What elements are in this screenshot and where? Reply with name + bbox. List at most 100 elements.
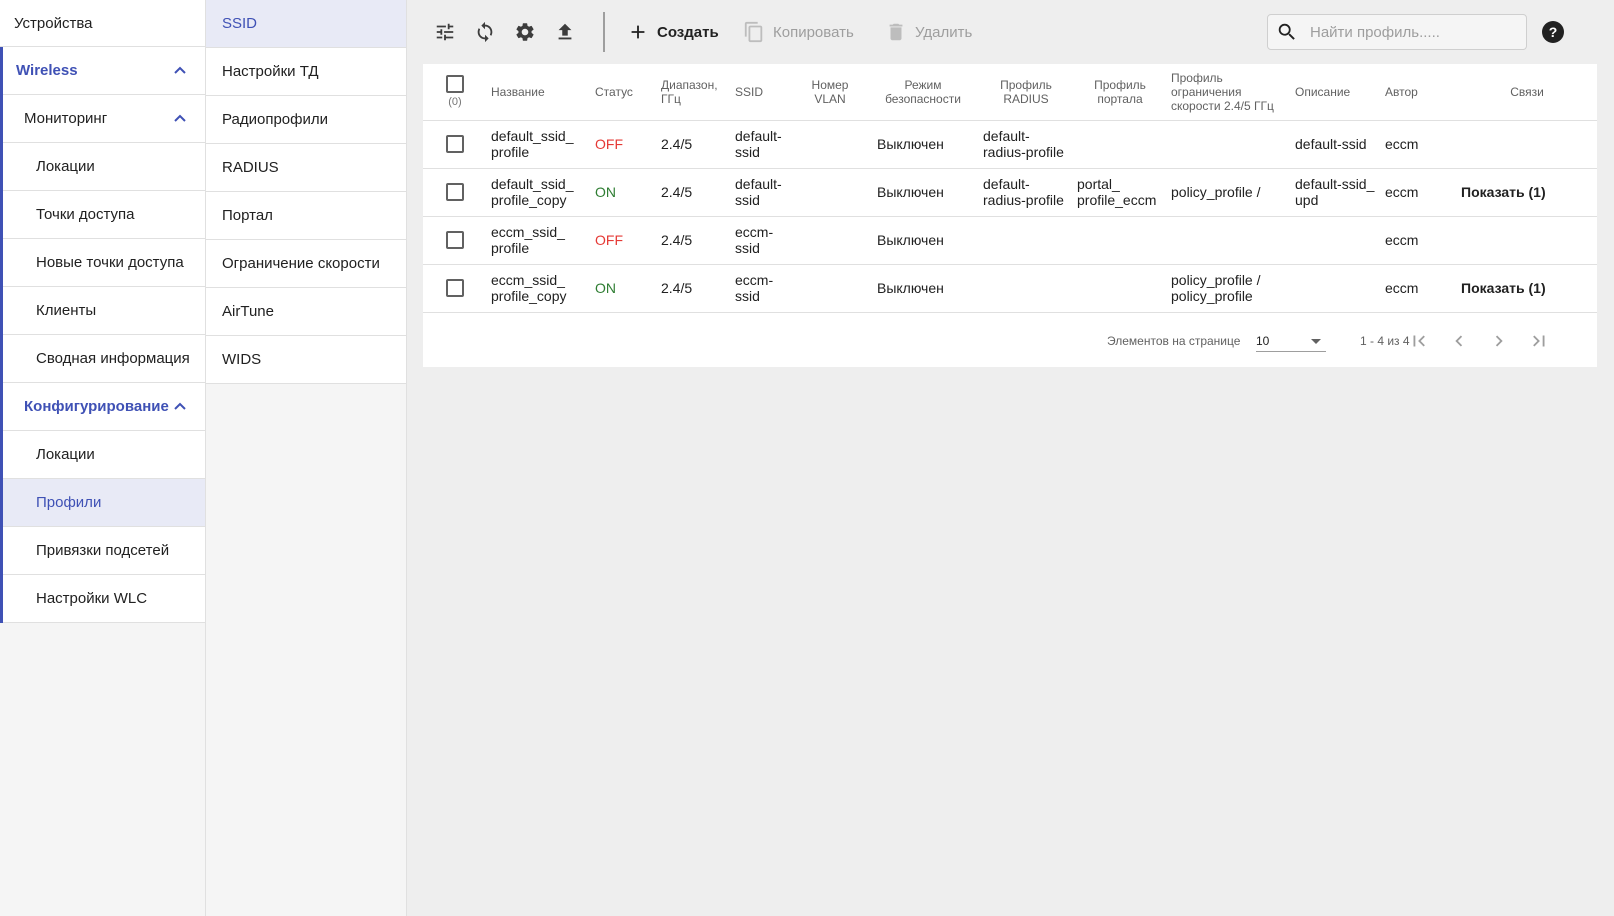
row-checkbox[interactable]: [446, 231, 464, 250]
first-page-button[interactable]: [1405, 327, 1433, 355]
refresh-icon[interactable]: [465, 12, 505, 52]
cell-links[interactable]: Показать (1): [1457, 264, 1597, 313]
col-author[interactable]: Автор: [1381, 64, 1457, 121]
cell-author: eccm: [1381, 168, 1457, 217]
plus-icon: [631, 25, 645, 39]
cell-band: 2.4/5: [657, 120, 731, 169]
prev-page-button[interactable]: [1445, 327, 1473, 355]
cell-vlan: [793, 120, 867, 169]
subnav-item[interactable]: Ограничение скорости: [206, 240, 406, 288]
page-size-value: 10: [1256, 334, 1270, 348]
subnav-item[interactable]: WIDS: [206, 336, 406, 384]
table-row[interactable]: eccm_ssid_ profile_copy ON 2.4/5 eccm- ssid…: [423, 264, 1597, 313]
nav-devices-label: Устройства: [14, 14, 93, 32]
search-box: [1267, 14, 1527, 50]
table-row[interactable]: default_ssid_ profile OFF 2.4/5 default- ss…: [423, 120, 1597, 169]
col-description[interactable]: Описание: [1291, 64, 1381, 121]
profiles-table-card: (0) Название Статус Диапазон, ГГц SSID Н…: [423, 64, 1597, 367]
nav-item[interactable]: Локации: [3, 431, 205, 479]
nav-list: Wireless Мониторинг Локации Точки доступа Но…: [0, 47, 205, 623]
col-band[interactable]: Диапазон, ГГц: [657, 64, 731, 121]
create-button[interactable]: Создать: [627, 14, 719, 50]
copy-icon: [744, 21, 763, 43]
nav-item[interactable]: Новые точки доступа: [3, 239, 205, 287]
create-button-label: Создать: [657, 23, 719, 41]
page-range: 1 - 4 из 4: [1360, 334, 1410, 348]
ssid-profiles-table: (0) Название Статус Диапазон, ГГц SSID Н…: [423, 64, 1597, 313]
nav-item[interactable]: Настройки WLC: [3, 575, 205, 623]
nav-item[interactable]: Мониторинг: [3, 95, 205, 143]
nav-item[interactable]: Привязки подсетей: [3, 527, 205, 575]
search-input[interactable]: [1310, 23, 1510, 41]
nav-item[interactable]: Точки доступа: [3, 191, 205, 239]
col-name[interactable]: Название: [487, 64, 591, 121]
nav-item-label: Локации: [36, 446, 95, 463]
subnav-item[interactable]: SSID: [206, 0, 406, 48]
nav-item[interactable]: Локации: [3, 143, 205, 191]
col-radius[interactable]: Профиль RADIUS: [979, 64, 1073, 121]
col-portal[interactable]: Профиль портала: [1073, 64, 1167, 121]
col-ssid[interactable]: SSID: [731, 64, 793, 121]
toolbar-divider: [603, 12, 605, 52]
table-row[interactable]: default_ssid_ profile_copy ON 2.4/5 default…: [423, 168, 1597, 217]
row-checkbox[interactable]: [446, 183, 464, 202]
filter-settings-icon[interactable]: [425, 12, 465, 52]
nav-devices[interactable]: Устройства: [0, 0, 205, 47]
select-all-cell: (0): [423, 64, 487, 121]
nav-item[interactable]: Wireless: [3, 47, 205, 95]
nav-item-label: Мониторинг: [24, 110, 108, 127]
cell-ssid: default- ssid: [731, 120, 793, 169]
nav-item[interactable]: Профили: [3, 479, 205, 527]
cell-band: 2.4/5: [657, 216, 731, 265]
chevron-left-icon: [1455, 335, 1463, 347]
page-size-select[interactable]: 10: [1256, 330, 1326, 352]
delete-button[interactable]: Удалить: [885, 14, 972, 50]
subnav-item[interactable]: Радиопрофили: [206, 96, 406, 144]
row-checkbox[interactable]: [446, 135, 464, 154]
subnav-item[interactable]: RADIUS: [206, 144, 406, 192]
last-page-button[interactable]: [1525, 327, 1553, 355]
nav-item-label: Wireless: [16, 62, 78, 79]
table-row[interactable]: eccm_ssid_ profile OFF 2.4/5 eccm- ssid Выкл…: [423, 216, 1597, 265]
nav-item[interactable]: Конфигурирование: [3, 383, 205, 431]
cell-author: eccm: [1381, 120, 1457, 169]
help-icon[interactable]: ?: [1541, 20, 1565, 44]
cell-security: Выключен: [867, 168, 979, 217]
nav-item-label: Локации: [36, 158, 95, 175]
col-rate-limit[interactable]: Профиль ограничения скорости 2.4/5 ГГц: [1167, 64, 1291, 121]
cell-security: Выключен: [867, 120, 979, 169]
row-select-cell: [423, 168, 487, 217]
cell-rate: policy_profile / policy_profile: [1167, 264, 1291, 313]
subnav-item[interactable]: AirTune: [206, 288, 406, 336]
cell-status: ON: [591, 264, 657, 313]
cell-status: ON: [591, 168, 657, 217]
col-security[interactable]: Режим безопасности: [867, 64, 979, 121]
subnav-item[interactable]: Настройки ТД: [206, 48, 406, 96]
upload-icon[interactable]: [545, 12, 585, 52]
cell-links[interactable]: Показать (1): [1457, 168, 1597, 217]
chevron-up-icon[interactable]: [173, 400, 187, 414]
nav-item-label: Сводная информация: [36, 350, 190, 367]
gear-icon[interactable]: [505, 12, 545, 52]
nav-item-label: Настройки WLC: [36, 590, 148, 607]
col-status[interactable]: Статус: [591, 64, 657, 121]
cell-radius: [979, 264, 1073, 313]
cell-description: default-ssid: [1291, 120, 1381, 169]
chevron-up-icon[interactable]: [173, 64, 187, 78]
nav-item[interactable]: Сводная информация: [3, 335, 205, 383]
next-page-button[interactable]: [1485, 327, 1513, 355]
subnav-item[interactable]: Портал: [206, 192, 406, 240]
nav-item[interactable]: Клиенты: [3, 287, 205, 335]
cell-description: [1291, 216, 1381, 265]
cell-security: Выключен: [867, 216, 979, 265]
select-all-checkbox[interactable]: [446, 74, 464, 93]
cell-status: OFF: [591, 216, 657, 265]
cell-ssid: eccm- ssid: [731, 216, 793, 265]
chevron-up-icon[interactable]: [173, 112, 187, 126]
row-checkbox[interactable]: [446, 279, 464, 298]
copy-button[interactable]: Копировать: [743, 14, 854, 50]
cell-band: 2.4/5: [657, 168, 731, 217]
cell-author: eccm: [1381, 264, 1457, 313]
cell-radius: [979, 216, 1073, 265]
col-vlan[interactable]: Номер VLAN: [793, 64, 867, 121]
